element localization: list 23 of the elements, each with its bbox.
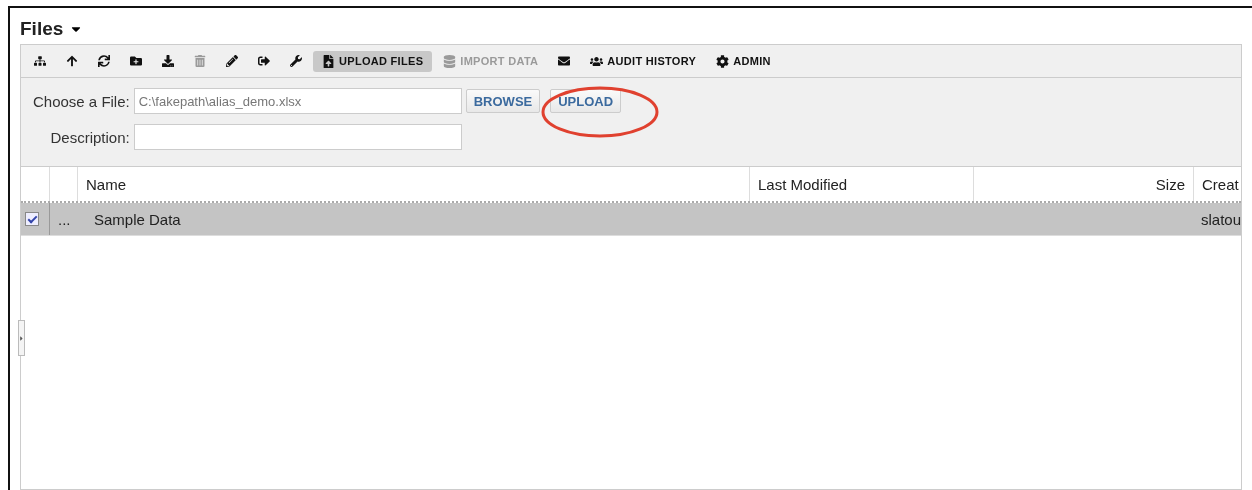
field-label: Choose a File: bbox=[33, 92, 130, 110]
column-header[interactable]: Name bbox=[77, 167, 749, 201]
column-header[interactable]: Creat bbox=[1193, 167, 1241, 201]
field-label: Description: bbox=[49, 128, 130, 146]
table-row[interactable]: ... Sample Data slatou bbox=[21, 203, 1241, 236]
table-cell: slatou bbox=[1201, 210, 1241, 228]
row-checkbox[interactable] bbox=[25, 212, 39, 226]
toolbar-button[interactable]: ADMIN bbox=[707, 50, 780, 72]
users-icon bbox=[590, 54, 604, 68]
table-cell: Sample Data bbox=[94, 210, 181, 228]
column-header[interactable]: Size bbox=[973, 167, 1193, 201]
column-header[interactable]: Last Modified bbox=[749, 167, 973, 201]
gear-icon bbox=[716, 54, 730, 68]
database-icon bbox=[443, 54, 457, 68]
toolbar-button[interactable]: AUDIT HISTORY bbox=[581, 50, 706, 72]
description-field[interactable] bbox=[133, 124, 462, 150]
file-upload-icon bbox=[322, 54, 335, 68]
panel-collapse-handle[interactable] bbox=[18, 320, 25, 356]
file-path-field[interactable]: C:\fakepath\alias_demo.xlsx bbox=[133, 88, 462, 114]
page-title: Files bbox=[20, 18, 64, 40]
row-menu[interactable]: ... bbox=[58, 210, 71, 228]
browse-button[interactable]: BROWSE bbox=[465, 89, 541, 113]
toolbar-button[interactable]: UPLOAD FILES bbox=[313, 50, 433, 72]
